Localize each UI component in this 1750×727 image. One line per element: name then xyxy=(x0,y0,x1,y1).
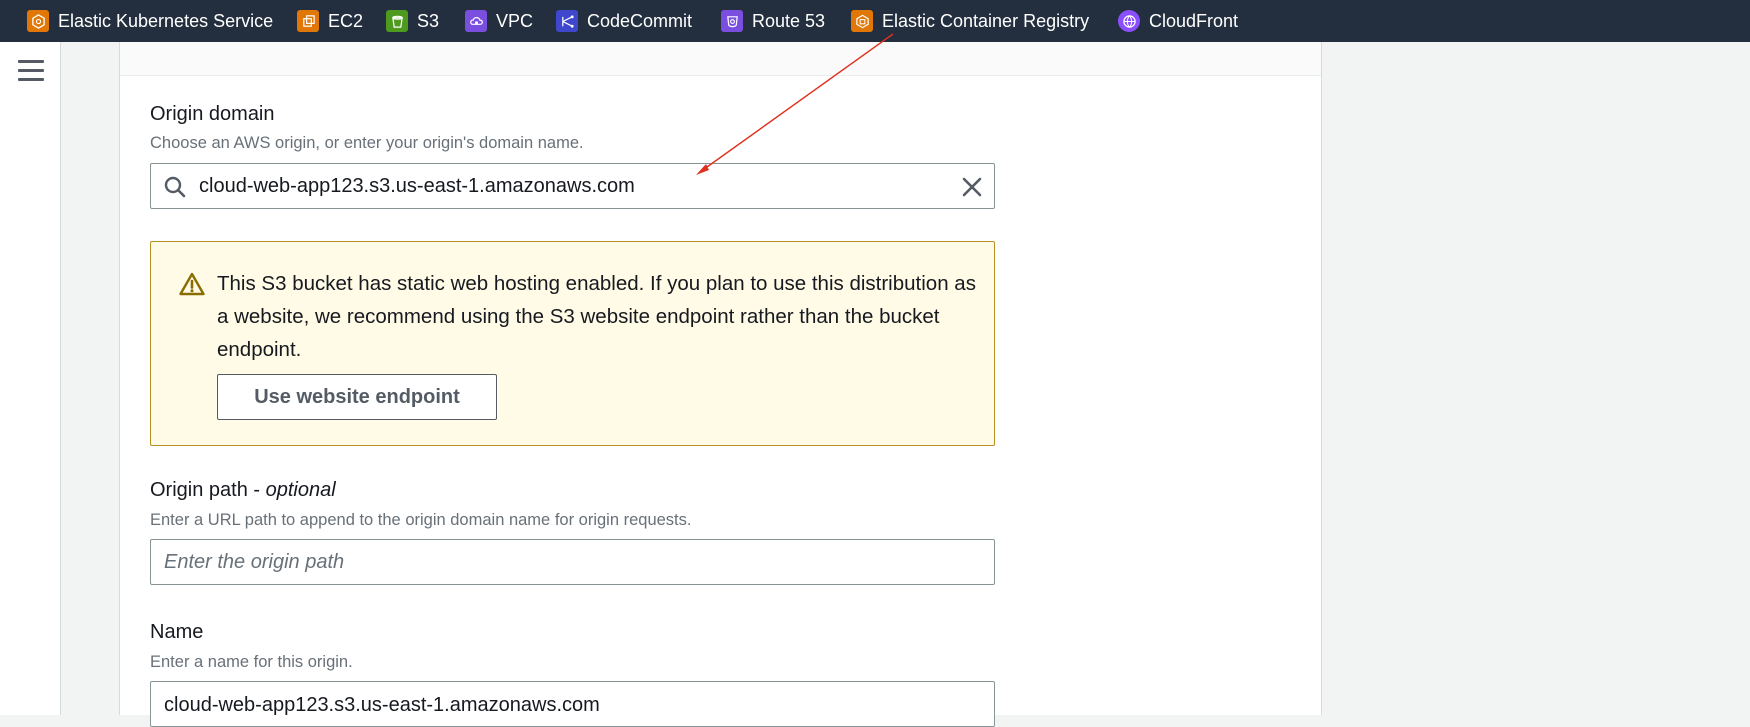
use-website-endpoint-button[interactable]: Use website endpoint xyxy=(217,374,497,420)
favorite-cloudfront[interactable]: CloudFront xyxy=(1118,0,1238,42)
favorite-label: CloudFront xyxy=(1149,10,1239,31)
origin-path-input[interactable]: Enter the origin path xyxy=(150,539,995,585)
favorite-s3[interactable]: S3 xyxy=(386,0,439,42)
route53-icon xyxy=(721,10,743,32)
clear-icon[interactable] xyxy=(960,175,984,199)
ecr-icon xyxy=(851,10,873,32)
s3-icon xyxy=(386,10,408,32)
favorite-codecommit[interactable]: CodeCommit xyxy=(556,0,692,42)
favorite-label: VPC xyxy=(496,10,534,31)
name-label: Name xyxy=(150,621,204,643)
name-input[interactable]: cloud-web-app123.s3.us-east-1.amazonaws.… xyxy=(150,681,995,727)
favorite-label: Elastic Kubernetes Service xyxy=(58,10,274,31)
favorite-label: EC2 xyxy=(328,10,364,31)
favorite-ec2[interactable]: EC2 xyxy=(297,0,363,42)
ec2-icon xyxy=(297,10,319,32)
origin-domain-description: Choose an AWS origin, or enter your orig… xyxy=(150,134,584,152)
origin-domain-input[interactable]: cloud-web-app123.s3.us-east-1.amazonaws.… xyxy=(150,163,995,209)
vpc-icon xyxy=(465,10,487,32)
favorite-route53[interactable]: Route 53 xyxy=(721,0,825,42)
favorite-label: Elastic Container Registry xyxy=(882,10,1090,31)
origin-domain-label: Origin domain xyxy=(150,103,275,125)
favorites-bar: Elastic Kubernetes Service EC2 S3 VPC Co… xyxy=(0,0,1750,42)
cloudfront-icon xyxy=(1118,10,1140,32)
favorite-label: Route 53 xyxy=(752,10,826,31)
origin-path-description: Enter a URL path to append to the origin… xyxy=(150,511,692,529)
origin-domain-value: cloud-web-app123.s3.us-east-1.amazonaws.… xyxy=(199,174,635,197)
warning-icon xyxy=(179,272,205,296)
favorite-ecr[interactable]: Elastic Container Registry xyxy=(851,0,1089,42)
name-description: Enter a name for this origin. xyxy=(150,653,353,671)
origin-path-label-separator: - xyxy=(247,479,266,501)
left-navigation xyxy=(0,42,61,715)
eks-icon xyxy=(27,10,49,32)
favorite-label: CodeCommit xyxy=(587,10,693,31)
favorite-vpc[interactable]: VPC xyxy=(465,0,533,42)
name-value: cloud-web-app123.s3.us-east-1.amazonaws.… xyxy=(164,694,600,716)
origin-path-label: Origin path - optional xyxy=(150,479,336,502)
panel-header xyxy=(120,42,1321,76)
static-hosting-warning: This S3 bucket has static web hosting en… xyxy=(150,241,995,446)
search-icon xyxy=(164,176,186,198)
origin-path-label-text: Origin path xyxy=(150,479,248,501)
warning-message: This S3 bucket has static web hosting en… xyxy=(217,272,976,361)
hamburger-menu-icon[interactable] xyxy=(18,60,44,82)
codecommit-icon xyxy=(556,10,578,32)
origin-path-placeholder: Enter the origin path xyxy=(164,550,345,573)
favorite-label: S3 xyxy=(417,10,440,31)
optional-tag: optional xyxy=(265,479,336,501)
favorite-eks[interactable]: Elastic Kubernetes Service xyxy=(27,0,273,42)
